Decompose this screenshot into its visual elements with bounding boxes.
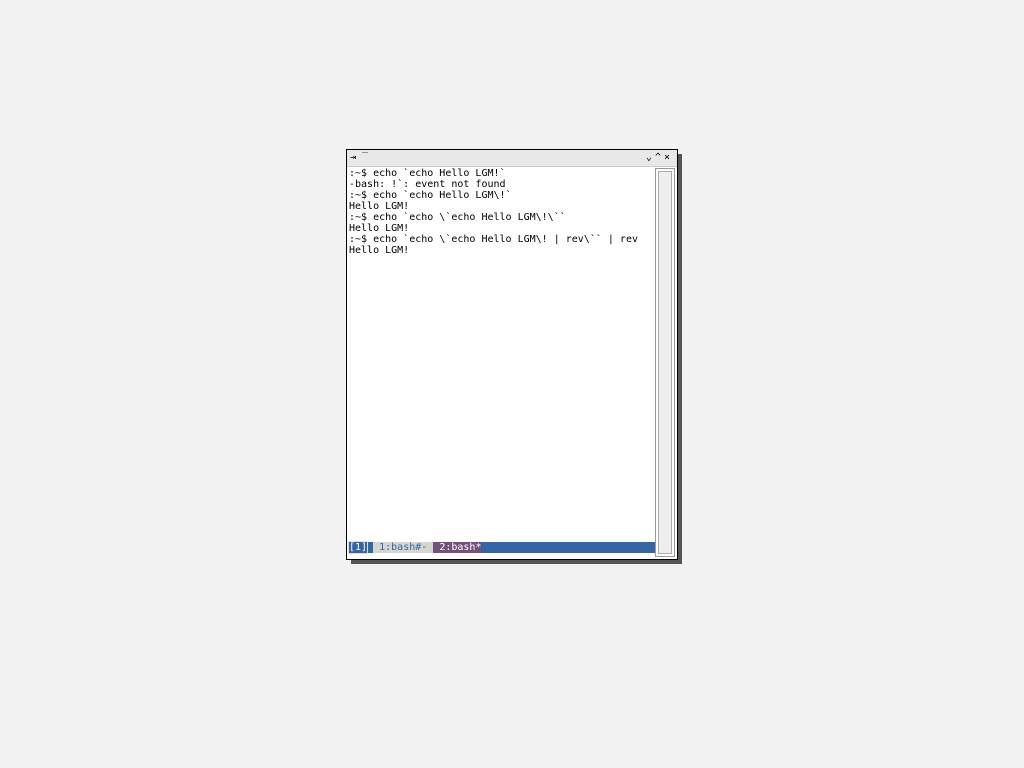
scrollbar[interactable] xyxy=(655,168,675,557)
minimize-icon[interactable]: ⌄ xyxy=(646,152,655,163)
terminal-output[interactable]: :~$ echo `echo Hello LGM!` -bash: !`: eve… xyxy=(349,168,654,543)
window-tab-1[interactable]: 1:bash#- xyxy=(373,542,434,553)
terminal-line: :~$ echo `echo Hello LGM\!` xyxy=(349,190,512,201)
window-tab-2[interactable]: 2:bash* xyxy=(433,542,482,553)
close-icon[interactable]: × xyxy=(664,152,673,163)
terminal-line: -bash: !`: event not found xyxy=(349,179,506,190)
pin-icon[interactable]: ⇥ ‾ xyxy=(350,150,368,166)
title-bar[interactable]: ⇥ ‾ ⌄^× xyxy=(347,150,677,167)
terminal-line: Hello LGM! xyxy=(349,223,410,234)
terminal-line: :~$ echo `echo \`echo Hello LGM\!\`` xyxy=(349,212,566,223)
tmux-status-bar: [1] 1:bash#- 2:bash* xyxy=(347,541,655,554)
terminal-line: :~$ echo `echo Hello LGM!` xyxy=(349,168,506,179)
terminal-window: ⇥ ‾ ⌄^× :~$ echo `echo Hello LGM!` -bash:… xyxy=(346,149,678,560)
session-label: [1] xyxy=(347,541,369,554)
terminal-line: Hello LGM! xyxy=(349,245,410,256)
maximize-icon[interactable]: ^ xyxy=(655,152,664,163)
terminal-line: :~$ echo `echo \`echo Hello LGM\! | rev\… xyxy=(349,234,638,245)
terminal-line: Hello LGM! xyxy=(349,201,410,212)
